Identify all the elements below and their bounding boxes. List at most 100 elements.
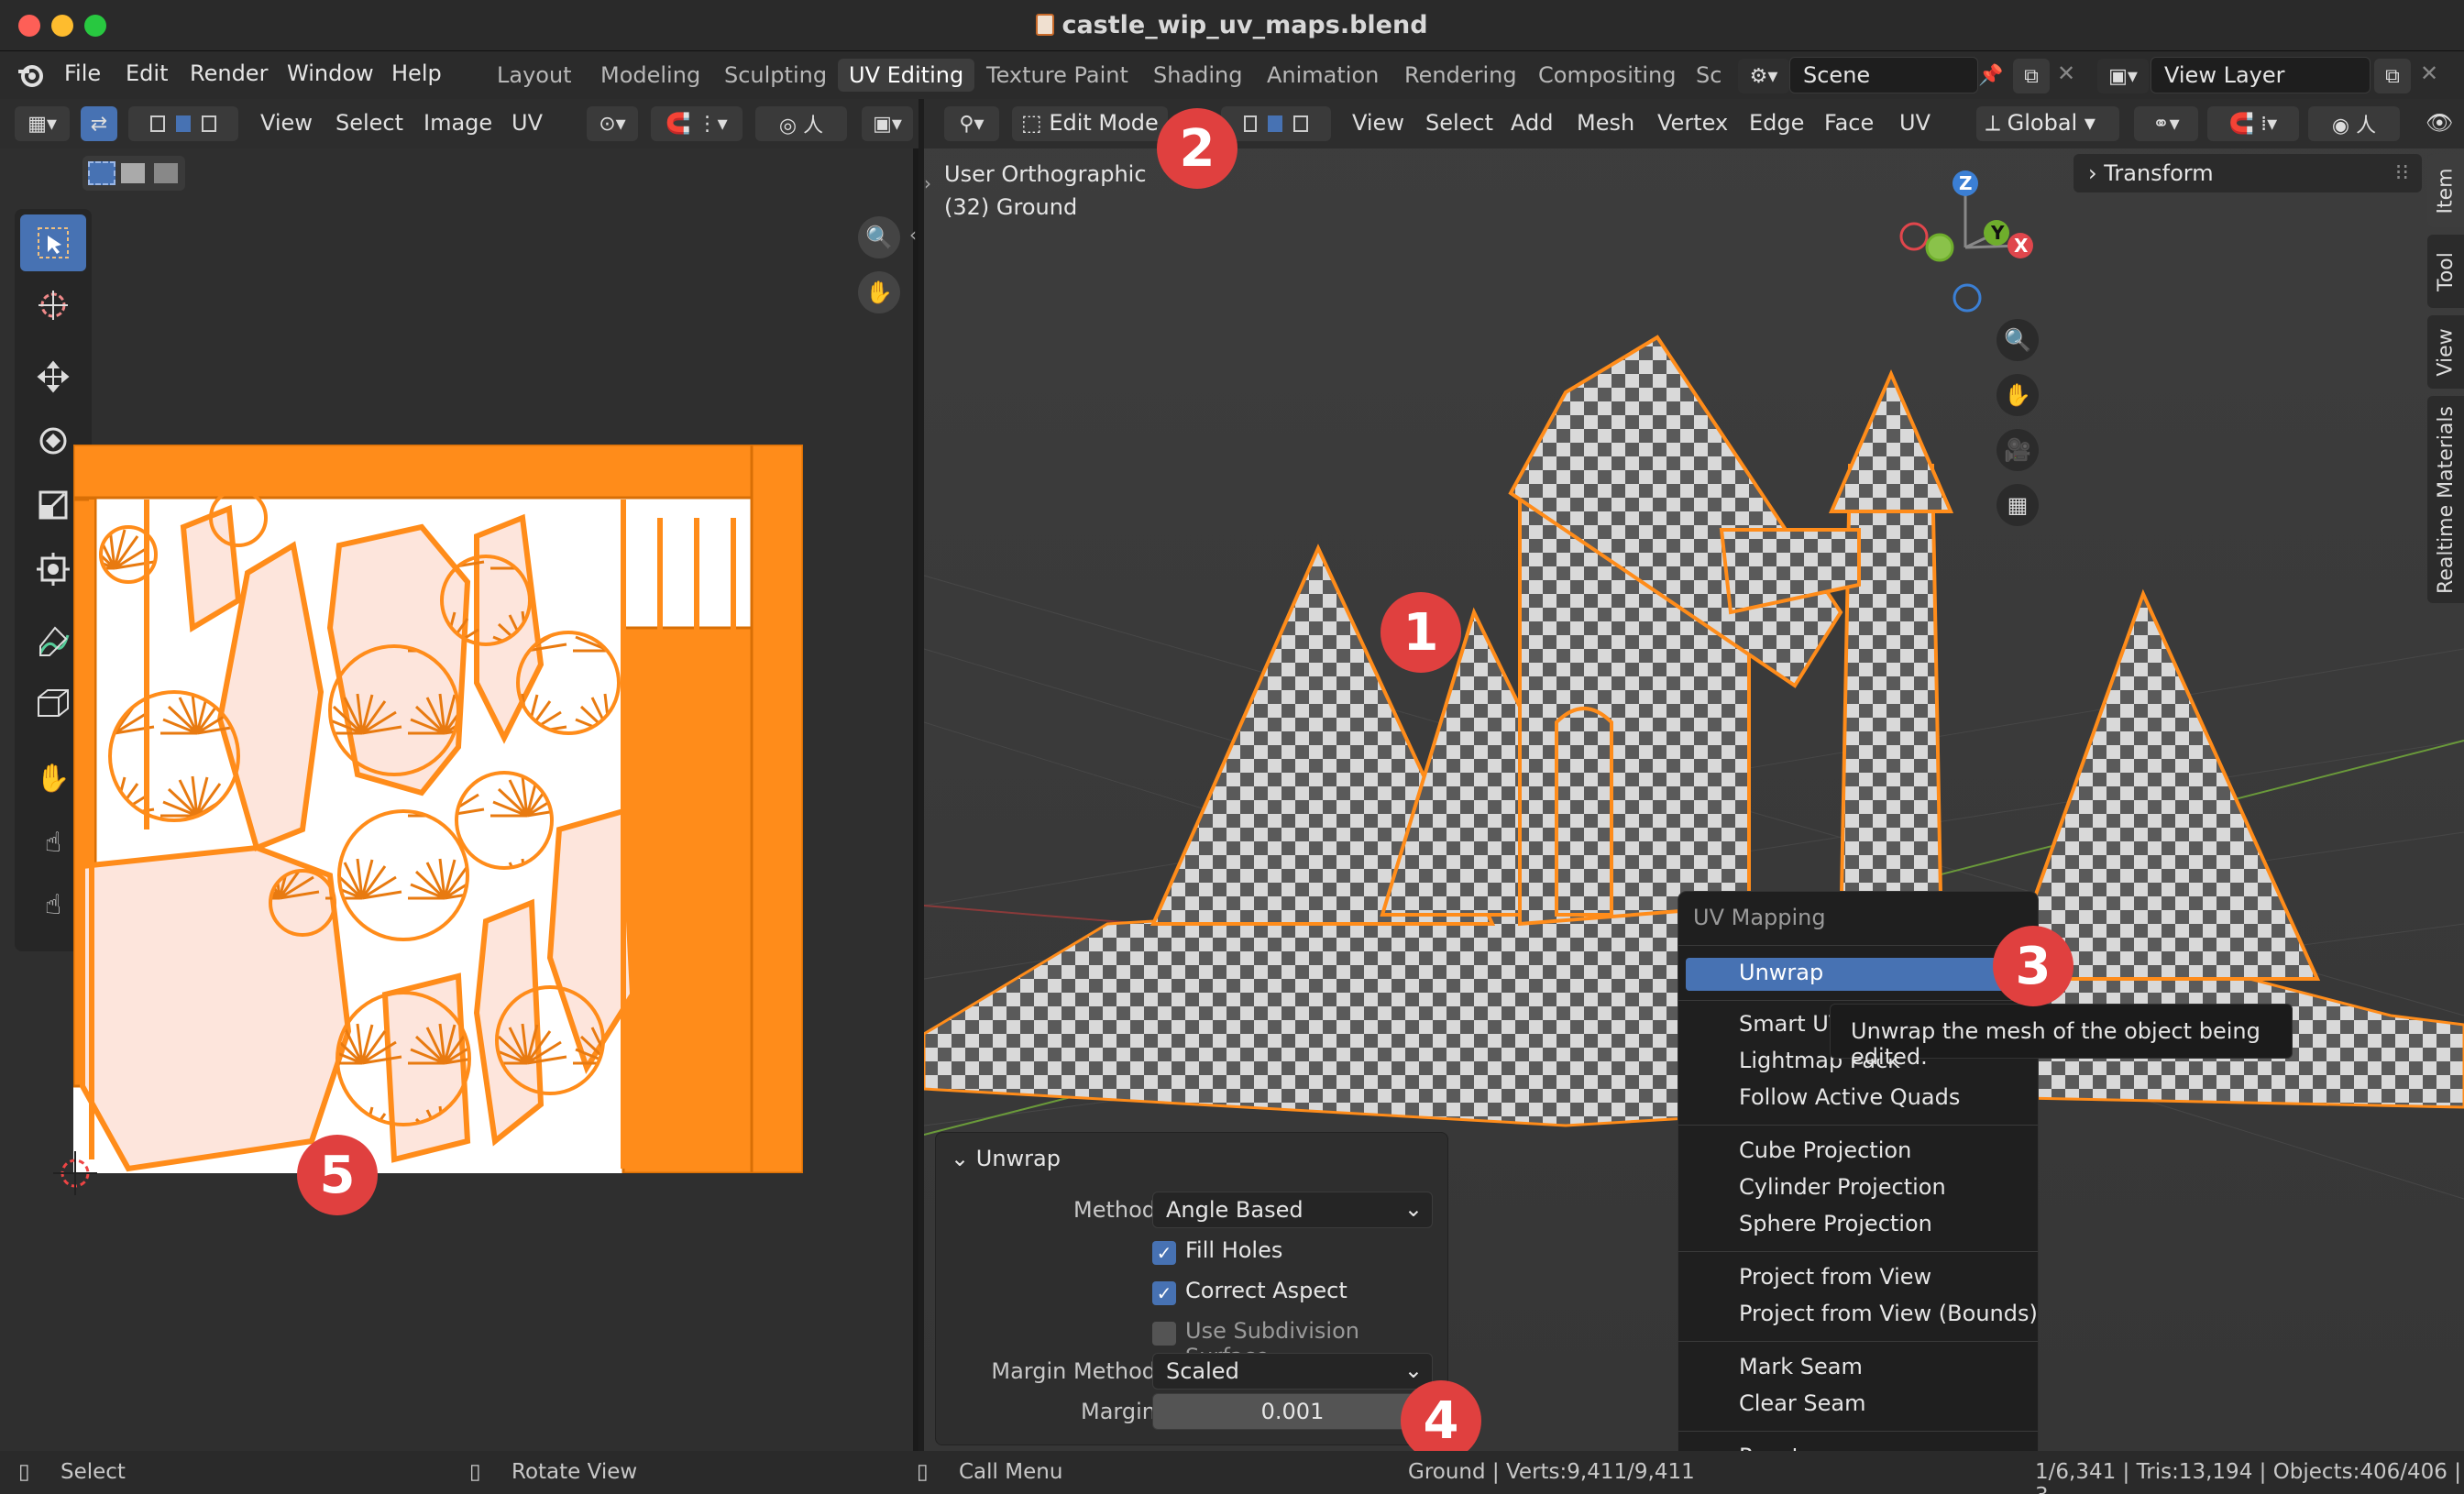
navigation-gizmo[interactable]: Z Y X bbox=[1888, 165, 2035, 321]
zoom-icon[interactable]: 🔍 bbox=[858, 216, 900, 258]
margin-field[interactable]: 0.001 bbox=[1152, 1393, 1433, 1430]
new-view-layer-icon[interactable]: ⧉ bbox=[2374, 59, 2411, 93]
side-tab-realtime-materials-label: Realtime Materials bbox=[2434, 405, 2458, 594]
window-title: castle_wip_uv_maps.blend bbox=[0, 11, 2464, 39]
vp-menu-edge[interactable]: Edge bbox=[1749, 110, 1804, 136]
pivot-icon[interactable]: ⊙▾ bbox=[587, 106, 638, 141]
tab-rendering[interactable]: Rendering bbox=[1393, 59, 1528, 92]
scene-name-field[interactable]: Scene bbox=[1789, 57, 1978, 93]
vp-pan-hand-icon[interactable]: ✋ bbox=[1996, 374, 2039, 416]
vp-menu-add[interactable]: Add bbox=[1511, 110, 1553, 136]
menu-help[interactable]: Help bbox=[391, 60, 442, 86]
blender-logo-icon[interactable] bbox=[16, 60, 46, 90]
tab-sculpting[interactable]: Sculpting bbox=[713, 59, 838, 92]
tab-animation[interactable]: Animation bbox=[1256, 59, 1390, 92]
vp-menu-uv[interactable]: UV bbox=[1899, 110, 1930, 136]
pin-icon[interactable]: 📌 bbox=[1978, 64, 2003, 87]
mode-selector[interactable]: ⬚ Edit Mode bbox=[1012, 106, 1168, 141]
menu-render[interactable]: Render bbox=[190, 60, 268, 86]
vp-menu-face[interactable]: Face bbox=[1824, 110, 1874, 136]
collapse-arrow-icon[interactable]: ‹ bbox=[909, 224, 917, 246]
menu-edit[interactable]: Edit bbox=[126, 60, 168, 86]
menu-window[interactable]: Window bbox=[287, 60, 374, 86]
menu-file[interactable]: File bbox=[64, 60, 101, 86]
snapping-icon[interactable]: 🧲 ⁞▾ bbox=[2207, 106, 2299, 141]
unwrap-panel-header[interactable]: ⌄ Unwrap bbox=[951, 1146, 1061, 1171]
mouse-right-icon: ▯ bbox=[917, 1460, 929, 1484]
menu-item-follow-active-quads[interactable]: Follow Active Quads bbox=[1739, 1084, 1960, 1110]
menu-item-clear-seam[interactable]: Clear Seam bbox=[1739, 1390, 1865, 1416]
transform-orientation-dropdown[interactable]: ⟂ Global ▾ bbox=[1976, 106, 2119, 141]
ortho-grid-icon[interactable]: ▦ bbox=[1996, 484, 2039, 526]
tab-texture-paint[interactable]: Texture Paint bbox=[975, 59, 1139, 92]
drag-handle-icon[interactable]: ⁝⁝ bbox=[2395, 159, 2409, 185]
side-tab-item[interactable]: Item bbox=[2427, 154, 2464, 227]
uv-menu-select[interactable]: Select bbox=[336, 110, 403, 136]
use-subdivision-checkbox[interactable] bbox=[1152, 1322, 1176, 1346]
delete-scene-icon[interactable]: ✕ bbox=[2057, 60, 2075, 86]
select-box-tool-icon[interactable] bbox=[20, 214, 86, 271]
side-tab-realtime-materials[interactable]: Realtime Materials bbox=[2427, 396, 2464, 603]
snap-icon[interactable]: 🧲 ⋮▾ bbox=[651, 106, 742, 141]
pan-hand-icon[interactable]: ✋ bbox=[858, 271, 900, 313]
uv-sync-selection-icon[interactable]: ⇄ bbox=[81, 106, 117, 141]
side-tab-tool[interactable]: Tool bbox=[2427, 235, 2464, 308]
image-browse-icon[interactable]: ▣▾ bbox=[862, 106, 913, 141]
menu-item-cylinder-projection[interactable]: Cylinder Projection bbox=[1739, 1174, 1946, 1200]
uv-islands-canvas[interactable] bbox=[73, 445, 803, 1173]
correct-aspect-label: Correct Aspect bbox=[1185, 1278, 1348, 1303]
vp-menu-vertex[interactable]: Vertex bbox=[1657, 110, 1728, 136]
transform-panel-header[interactable]: › Transform ⁝⁝ bbox=[2074, 154, 2422, 192]
menu-item-mark-seam[interactable]: Mark Seam bbox=[1739, 1354, 1863, 1379]
tab-layout[interactable]: Layout bbox=[486, 59, 583, 92]
viewport-editor-type-icon[interactable]: ⚲▾ bbox=[944, 106, 999, 141]
move-tool-icon[interactable] bbox=[20, 348, 86, 405]
delete-view-layer-icon[interactable]: ✕ bbox=[2420, 60, 2438, 86]
proportional-edit-icon[interactable]: ◎ 人 bbox=[755, 106, 847, 141]
editor-type-icon[interactable]: ▦▾ bbox=[15, 106, 70, 141]
fill-holes-label: Fill Holes bbox=[1185, 1237, 1283, 1263]
tab-shading[interactable]: Shading bbox=[1142, 59, 1254, 92]
vp-menu-select[interactable]: Select bbox=[1425, 110, 1493, 136]
tab-modeling[interactable]: Modeling bbox=[589, 59, 711, 92]
viewport-header: ⚲▾ ⬚ Edit Mode View Select Add Mesh Vert… bbox=[924, 99, 2464, 148]
selection-mode-buttons[interactable] bbox=[82, 156, 185, 191]
proportional-editing-icon[interactable]: ◉ 人 bbox=[2308, 106, 2400, 141]
vp-zoom-icon[interactable]: 🔍 bbox=[1996, 319, 2039, 361]
view-layer-field[interactable]: View Layer bbox=[2150, 57, 2370, 93]
camera-icon[interactable]: 🎥 bbox=[1996, 429, 2039, 471]
tab-uv-editing[interactable]: UV Editing bbox=[838, 59, 975, 92]
visibility-eye-icon[interactable]: 👁 bbox=[2426, 110, 2453, 136]
tab-scripting[interactable]: Sc bbox=[1685, 59, 1732, 92]
badge-5: 5 bbox=[297, 1135, 378, 1215]
uv-menu-image[interactable]: Image bbox=[424, 110, 492, 136]
tab-compositing[interactable]: Compositing bbox=[1527, 59, 1687, 92]
menu-item-project-from-view[interactable]: Project from View bbox=[1739, 1264, 1931, 1290]
menu-item-unwrap[interactable]: Unwrap bbox=[1739, 960, 1823, 985]
unwrap-operator-panel: ⌄ Unwrap Method Angle Based ⌄ ✓ Fill Hole… bbox=[935, 1132, 1448, 1445]
margin-method-dropdown[interactable]: Scaled ⌄ bbox=[1152, 1353, 1433, 1390]
menu-item-sphere-projection[interactable]: Sphere Projection bbox=[1739, 1211, 1932, 1236]
select-mode-icons[interactable] bbox=[128, 106, 238, 141]
scene-selector-icon[interactable]: ⚙▾ bbox=[1738, 59, 1789, 93]
toolbar-expand-icon[interactable]: › bbox=[924, 172, 931, 194]
new-scene-icon[interactable]: ⧉ bbox=[2013, 59, 2050, 93]
method-label: Method bbox=[1072, 1197, 1156, 1223]
correct-aspect-checkbox[interactable]: ✓ bbox=[1152, 1281, 1176, 1305]
uv-menu-uv[interactable]: UV bbox=[512, 110, 543, 136]
menu-item-cube-projection[interactable]: Cube Projection bbox=[1739, 1137, 1911, 1163]
side-tab-view[interactable]: View bbox=[2427, 315, 2464, 389]
pivot-point-icon[interactable]: ⚭▾ bbox=[2134, 106, 2198, 141]
cursor-tool-icon[interactable] bbox=[20, 277, 86, 334]
menu-item-unwrap-highlight[interactable] bbox=[1686, 958, 2032, 991]
method-dropdown[interactable]: Angle Based ⌄ bbox=[1152, 1192, 1433, 1228]
menu-item-project-from-view-bounds[interactable]: Project from View (Bounds) bbox=[1739, 1301, 2038, 1326]
chevron-down-icon: ⌄ bbox=[1403, 1196, 1423, 1222]
fill-holes-checkbox[interactable]: ✓ bbox=[1152, 1241, 1176, 1265]
viewport-select-mode-icons[interactable] bbox=[1221, 106, 1331, 141]
view-layer-selector-icon[interactable]: ▣▾ bbox=[2097, 59, 2149, 93]
vp-menu-view[interactable]: View bbox=[1352, 110, 1404, 136]
menu-item-smart-uv[interactable]: Smart UV bbox=[1739, 1011, 1843, 1037]
uv-menu-view[interactable]: View bbox=[260, 110, 313, 136]
vp-menu-mesh[interactable]: Mesh bbox=[1577, 110, 1634, 136]
